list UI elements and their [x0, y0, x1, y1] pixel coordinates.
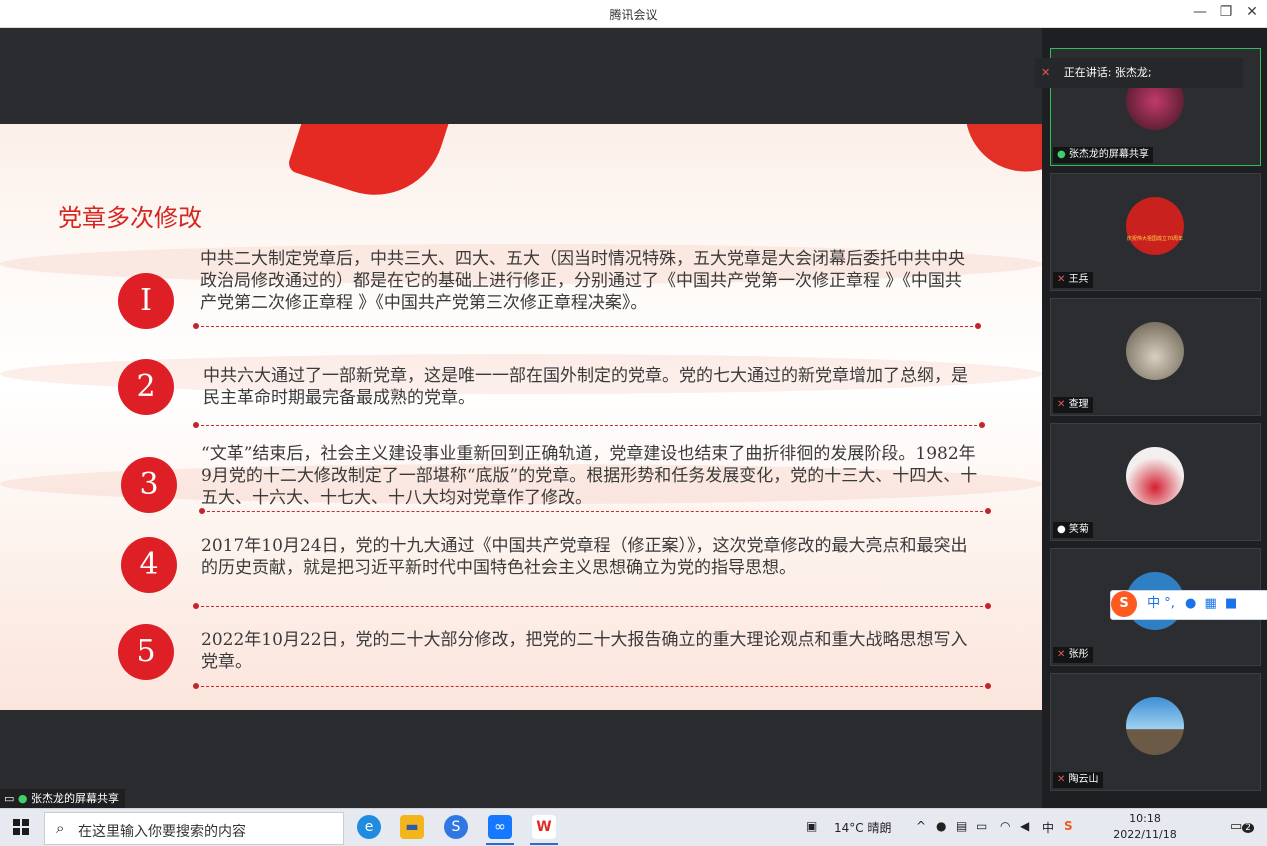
participant-tile[interactable]: 庆祝伟大祖国成立70周年 ✕ 王兵 [1050, 173, 1261, 291]
avatar [1126, 447, 1184, 505]
mic-icon: ● [1057, 524, 1069, 535]
volume-icon[interactable]: ◀ [1020, 819, 1029, 833]
participant-panel: ● 张杰龙的屏幕共享 庆祝伟大祖国成立70周年 ✕ 王兵 ✕ 查理 ● 笑菊 ✕… [1042, 28, 1267, 808]
file-explorer-icon[interactable]: ▬ [400, 815, 424, 839]
ime-mode[interactable]: 中 °, [1147, 596, 1175, 611]
item-text-3: “文革”结束后，社会主义建设事业重新回到正确轨道，党章建设也结束了曲折徘徊的发展… [201, 444, 978, 508]
mic-icon: ● [17, 792, 28, 805]
battery-icon[interactable]: ▭ [976, 819, 987, 833]
screen-share-name: 张杰龙的屏幕共享 [31, 792, 120, 805]
avatar [1126, 697, 1184, 755]
sogou-browser-icon[interactable]: S [444, 815, 468, 839]
mic-tray-icon[interactable]: ● [936, 819, 946, 833]
chevron-up-icon[interactable]: ^ [916, 819, 926, 833]
item-number-1: I [118, 273, 174, 329]
edge-icon[interactable]: e [357, 815, 381, 839]
item-text-1: 中共二大制定党章后，中共三大、四大、五大（因当时情况特殊，五大党章是大会闭幕后委… [200, 249, 965, 313]
screen-share-label: ▭ ● 张杰龙的屏幕共享 [0, 789, 126, 808]
skin-icon[interactable]: ■ [1225, 596, 1237, 611]
mic-muted-icon: ✕ [1057, 649, 1069, 660]
participant-name: ✕ 张彤 [1053, 647, 1093, 663]
item-text-4: 2017年10月24日，党的十九大通过《中国共产党章程（修正案）》，这次党章修改… [201, 536, 968, 578]
avatar [1126, 322, 1184, 380]
tencent-meeting-icon[interactable]: ∞ [488, 815, 512, 839]
item-number-2: 2 [118, 359, 174, 415]
avatar: 庆祝伟大祖国成立70周年 [1126, 197, 1184, 255]
taskbar-search-box[interactable]: ⌕ 在这里输入你要搜索的内容 [44, 812, 344, 845]
wifi-icon[interactable]: ◠ [1000, 819, 1010, 833]
clock[interactable]: 10:18 2022/11/18 [1106, 811, 1184, 843]
mic-muted-icon: ✕ [1057, 399, 1069, 410]
ime-toolbar[interactable]: S 中 °, ● ▦ ■ [1110, 590, 1267, 620]
clock-date: 2022/11/18 [1113, 828, 1177, 841]
item-number-5: 5 [118, 624, 174, 680]
ime-mic-icon[interactable]: ● [1185, 596, 1196, 611]
presentation-slide: 党章多次修改 I 中共二大制定党章后，中共三大、四大、五大（因当时情况特殊，五大… [0, 124, 1042, 710]
item-separator [193, 323, 981, 329]
taskbar: ⌕ 在这里输入你要搜索的内容 e ▬ S ∞ W ▣ 14°C 晴朗 ^ ● ▤… [0, 808, 1267, 846]
window-title: 腾讯会议 [609, 8, 658, 22]
sogou-logo: S [1111, 591, 1137, 617]
clock-time: 10:18 [1129, 812, 1161, 825]
participant-name: ● 张杰龙的屏幕共享 [1053, 147, 1153, 163]
network-icon[interactable]: ▤ [956, 819, 967, 833]
item-number-3: 3 [121, 457, 177, 513]
mic-muted-icon: ✕ [1057, 774, 1069, 785]
weather-text[interactable]: 14°C 晴朗 [834, 819, 891, 836]
slide-title: 党章多次修改 [58, 204, 202, 232]
close-button[interactable]: ✕ [1242, 4, 1262, 20]
mic-muted-icon: ✕ [1057, 274, 1069, 285]
restore-button[interactable]: ❐ [1216, 4, 1236, 20]
participant-name: ✕ 查理 [1053, 397, 1093, 413]
minimize-button[interactable]: — [1190, 4, 1210, 20]
item-separator [199, 508, 991, 514]
mic-muted-icon: ✕ [1041, 66, 1051, 79]
item-text-2: 中共六大通过了一部新党章，这是唯一一部在国外制定的党章。党的七大通过的新党章增加… [203, 366, 968, 408]
news-icon[interactable]: ▣ [806, 819, 817, 833]
speaking-text: 正在讲话: 张杰龙; [1063, 66, 1152, 79]
item-separator [193, 422, 985, 428]
keyboard-icon[interactable]: ▦ [1205, 596, 1217, 611]
wps-icon[interactable]: W [532, 815, 556, 839]
sogou-tray-icon[interactable]: S [1064, 819, 1073, 833]
item-number-4: 4 [121, 537, 177, 593]
participant-tile[interactable]: ✕ 查理 [1050, 298, 1261, 416]
notification-icon[interactable]: ▭ 2 [1230, 819, 1255, 834]
speaking-indicator: ✕ 正在讲话: 张杰龙; [1035, 58, 1243, 88]
ime-indicator[interactable]: 中 [1042, 819, 1054, 836]
mic-icon: ● [1057, 149, 1069, 160]
participant-tile[interactable]: ✕ 陶云山 [1050, 673, 1261, 791]
search-placeholder: 在这里输入你要搜索的内容 [78, 824, 246, 840]
shared-screen-area: 党章多次修改 I 中共二大制定党章后，中共三大、四大、五大（因当时情况特殊，五大… [0, 28, 1042, 808]
participant-name: ✕ 王兵 [1053, 272, 1093, 288]
title-bar: 腾讯会议 — ❐ ✕ [0, 0, 1267, 28]
windows-start-icon[interactable] [13, 819, 29, 835]
participant-name: ✕ 陶云山 [1053, 772, 1103, 788]
screen-share-icon: ▭ [4, 792, 15, 805]
notification-count: 2 [1242, 823, 1255, 833]
red-ribbon-decoration [286, 124, 454, 213]
red-ribbon-decoration [966, 124, 1042, 183]
item-separator [193, 603, 991, 609]
participant-name: ● 笑菊 [1053, 522, 1093, 538]
item-text-5: 2022年10月22日，党的二十大部分修改，把党的二十大报告确立的重大理论观点和… [201, 630, 968, 672]
participant-tile[interactable]: ● 笑菊 [1050, 423, 1261, 541]
item-separator [193, 683, 991, 689]
search-icon: ⌕ [56, 819, 65, 837]
